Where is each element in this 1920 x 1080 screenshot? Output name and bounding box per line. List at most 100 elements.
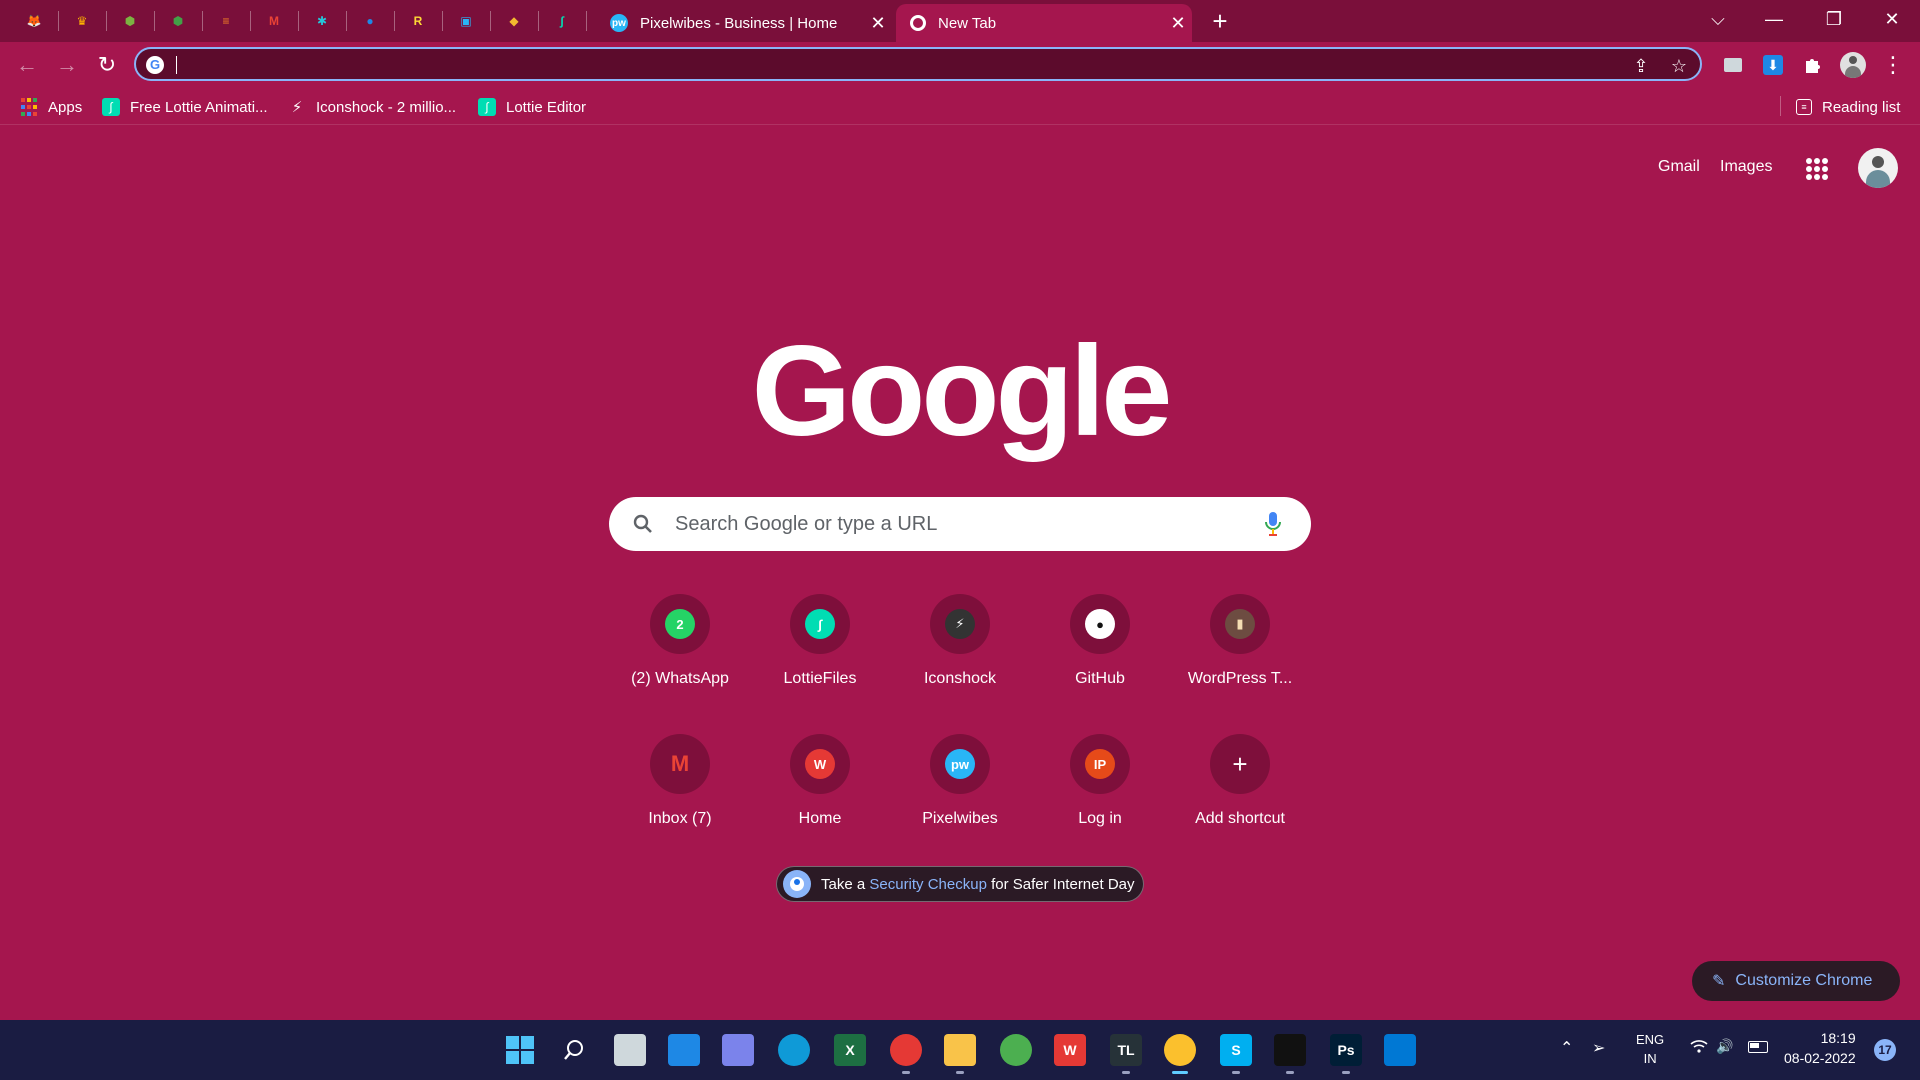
reading-list-label: Reading list [1822,98,1901,116]
skype-icon[interactable]: S [1220,1034,1252,1066]
close-tab-icon[interactable]: ✕ [1164,13,1192,34]
photoshop-icon[interactable]: Ps [1330,1034,1362,1066]
gear-icon: ✱ [316,14,328,28]
new-tab-button[interactable]: + [1206,8,1234,36]
pinned-tab[interactable]: ∫ [538,4,586,38]
bookmark-label: Free Lottie Animati... [130,98,268,116]
add-shortcut-tile[interactable]: + Add shortcut [1184,734,1296,846]
tab-pixelwibes[interactable]: pw Pixelwibes - Business | Home ✕ [596,4,892,42]
profile-button[interactable] [1838,50,1868,80]
widgets-icon[interactable] [668,1034,700,1066]
plus-icon: + [1232,748,1248,779]
bookmark-label: Apps [48,98,83,116]
search-icon[interactable] [558,1034,590,1066]
pinned-tab[interactable]: ● [346,4,394,38]
pinned-tab[interactable]: ✱ [298,4,346,38]
shortcut-tile[interactable]: 2 (2) WhatsApp [624,594,736,706]
yellow-r-icon: R [413,14,423,28]
close-window-button[interactable]: ✕ [1864,4,1920,34]
shortcut-circle: ▮ [1210,594,1270,654]
tab-new-tab[interactable]: New Tab ✕ [896,4,1192,42]
address-bar[interactable]: G ⇪ ☆ [134,47,1702,81]
chrome-active-icon[interactable] [1164,1034,1196,1066]
edge-icon[interactable] [778,1034,810,1066]
chrome-icon[interactable] [1000,1034,1032,1066]
language-indicator[interactable]: ENG IN [1636,1030,1664,1068]
site-favicon-icon: ▮ [1225,609,1255,639]
tab-search-button[interactable]: ⌵ [1690,4,1746,34]
gmail-link[interactable]: Gmail [1658,158,1700,176]
close-tab-icon[interactable]: ✕ [864,13,892,34]
bookmark-lottie-editor[interactable]: ∫ Lottie Editor [478,96,586,118]
forward-button[interactable]: → [52,50,82,80]
pinned-tab[interactable]: ▣ [442,4,490,38]
shortcut-tile[interactable]: pw Pixelwibes [904,734,1016,846]
shortcut-tile[interactable]: ▮ WordPress T... [1184,594,1296,706]
pinned-tab[interactable]: M [250,4,298,38]
chrome-menu-button[interactable]: ⋮ [1878,50,1908,80]
bookmark-free-lottie[interactable]: ∫ Free Lottie Animati... [102,96,268,118]
volume-icon[interactable]: 🔊 [1716,1038,1733,1055]
task-view-icon[interactable] [614,1034,646,1066]
shortcut-tile[interactable]: ● GitHub [1044,594,1156,706]
pinned-tab[interactable]: R [394,4,442,38]
wps-office-icon[interactable]: W [1054,1034,1086,1066]
show-hidden-icons-chevron[interactable]: ⌃ [1560,1038,1573,1058]
excel-icon[interactable]: X [834,1034,866,1066]
shortcut-tile[interactable]: M Inbox (7) [624,734,736,846]
shortcut-label: WordPress T... [1187,670,1293,687]
share-button[interactable]: ⇪ [1630,55,1652,77]
shortcut-tile[interactable]: ∫ LottieFiles [764,594,876,706]
back-button[interactable]: ← [12,50,42,80]
terminal-icon[interactable] [1274,1034,1306,1066]
account-avatar[interactable] [1858,148,1898,188]
wifi-icon[interactable] [1690,1038,1708,1057]
clock[interactable]: 18:19 08-02-2022 [1784,1028,1856,1068]
extensions-button[interactable] [1798,50,1828,80]
search-box[interactable]: Search Google or type a URL [609,497,1311,551]
extension-button[interactable] [1718,50,1748,80]
security-checkup-link[interactable]: Security Checkup [869,876,987,893]
teams-chat-icon[interactable] [722,1034,754,1066]
address-input[interactable] [174,53,1618,77]
vscode-icon[interactable] [1384,1034,1416,1066]
google-apps-icon[interactable] [1806,158,1828,180]
shortcut-circle: ● [1070,594,1130,654]
pinned-tab[interactable]: ≡ [202,4,250,38]
battery-icon[interactable] [1748,1038,1768,1053]
bookmark-star-button[interactable]: ☆ [1668,55,1690,77]
pinned-tab[interactable]: ◆ [490,4,538,38]
pinned-tab[interactable]: ⬢ [154,4,202,38]
forward-arrow-icon: → [56,52,78,77]
download-extension-button[interactable]: ⬇ [1758,50,1788,80]
shortcut-tile[interactable]: W Home [764,734,876,846]
site-favicon-icon: 2 [665,609,695,639]
security-checkup-promo[interactable]: Take a Security Checkup for Safer Intern… [776,866,1144,902]
reload-button[interactable]: ↻ [92,50,122,80]
reading-list-button[interactable]: ≡ Reading list [1796,96,1900,118]
bookmark-iconshock[interactable]: ⚡ Iconshock - 2 millio... [288,96,456,118]
site-favicon-icon: ∫ [805,609,835,639]
running-indicator [1122,1071,1130,1074]
avatar [1840,52,1866,78]
bookmark-apps[interactable]: Apps [20,96,82,118]
microphone-icon[interactable] [1263,511,1283,537]
textlab-icon[interactable]: TL [1110,1034,1142,1066]
windows-start-icon[interactable] [504,1034,536,1066]
chrome-profile-icon[interactable] [890,1034,922,1066]
images-link[interactable]: Images [1720,158,1772,176]
date: 08-02-2022 [1784,1050,1856,1066]
pinned-tab[interactable]: ♛ [58,4,106,38]
shortcut-tile[interactable]: IP Log in [1044,734,1156,846]
restore-button[interactable]: ❐ [1806,4,1862,34]
customize-chrome-button[interactable]: ✎ Customize Chrome [1692,961,1900,1001]
shortcut-circle: ⚡ [930,594,990,654]
pinned-tab[interactable]: 🦊 [10,4,58,38]
notification-badge[interactable]: 17 [1874,1039,1896,1061]
shortcut-tile[interactable]: ⚡ Iconshock [904,594,1016,706]
pixelwibes-icon: pw [610,14,628,32]
file-explorer-icon[interactable] [944,1034,976,1066]
location-icon[interactable]: ➢ [1592,1038,1605,1058]
minimize-button[interactable]: — [1746,4,1802,34]
pinned-tab[interactable]: ⬢ [106,4,154,38]
